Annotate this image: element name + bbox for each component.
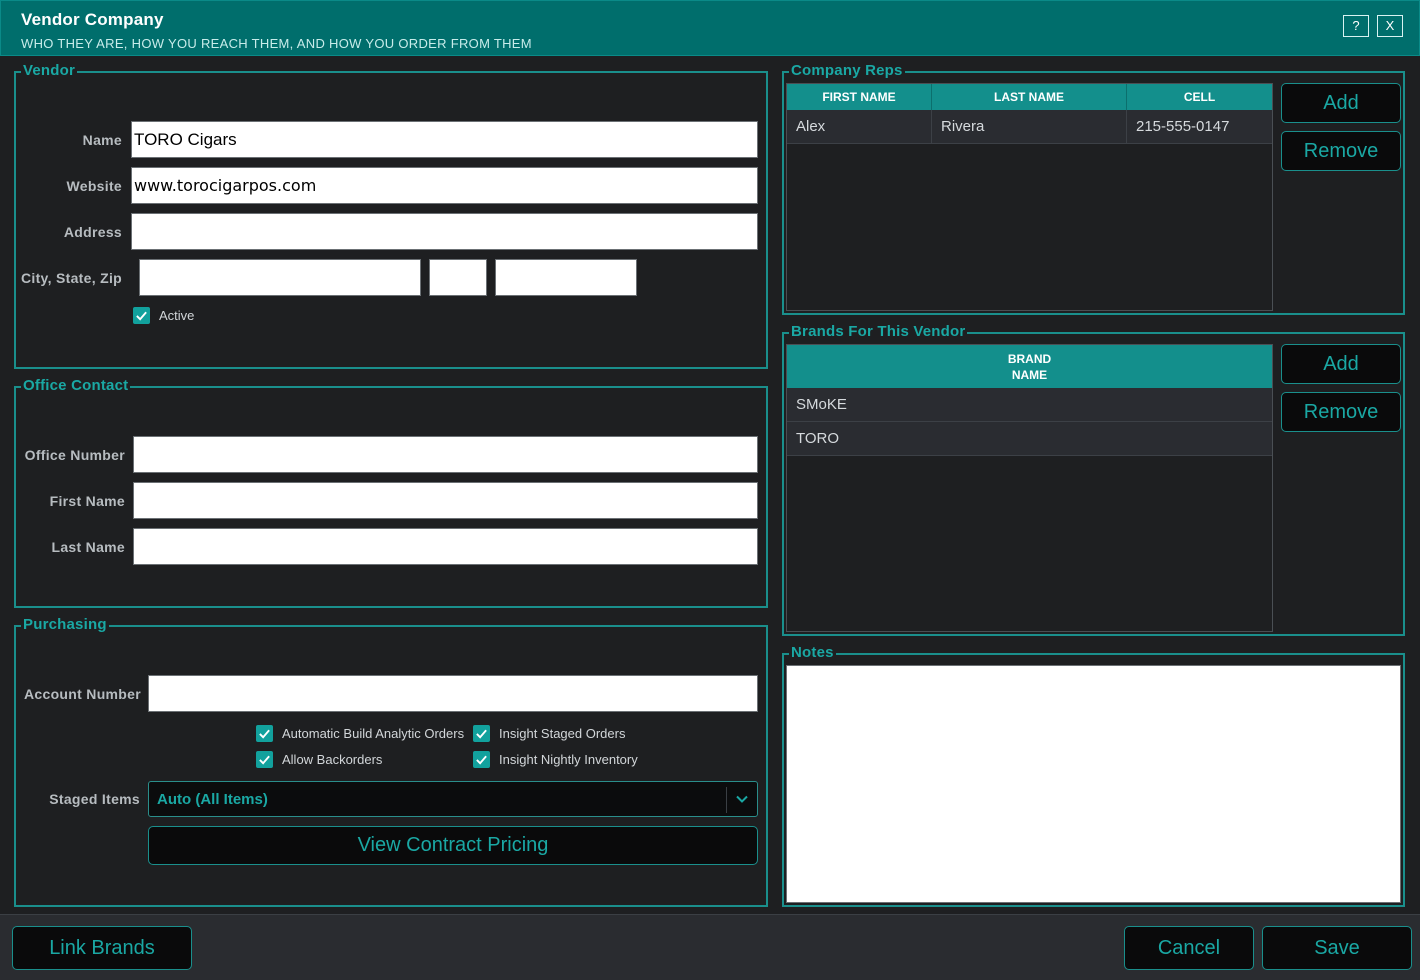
brand-header-line1: BRAND: [1007, 352, 1052, 366]
brands-grid[interactable]: BRAND NAME SMoKE TORO: [786, 344, 1273, 632]
staged-items-label: Staged Items: [49, 791, 140, 807]
website-label: Website: [66, 178, 122, 194]
active-label: Active: [159, 308, 195, 323]
active-checkbox[interactable]: Active: [133, 307, 194, 324]
insight-staged-checkbox[interactable]: Insight Staged Orders: [473, 725, 625, 742]
city-field[interactable]: [139, 259, 421, 296]
company-reps-grid[interactable]: FIRST NAME LAST NAME CELL Alex Rivera 21…: [786, 83, 1273, 311]
office-number-field[interactable]: [133, 436, 758, 473]
title-bar: Vendor Company WHO THEY ARE, HOW YOU REA…: [0, 0, 1420, 56]
state-field[interactable]: [429, 259, 487, 296]
allow-backorders-label: Allow Backorders: [282, 752, 383, 767]
brand-name: SMoKE: [796, 396, 847, 413]
help-button[interactable]: ?: [1343, 15, 1369, 37]
column-header-first-name[interactable]: FIRST NAME: [787, 84, 932, 110]
remove-brand-button[interactable]: Remove: [1281, 392, 1401, 432]
insight-nightly-checkbox[interactable]: Insight Nightly Inventory: [473, 751, 638, 768]
check-icon: [473, 725, 490, 742]
save-button[interactable]: Save: [1262, 926, 1412, 970]
office-first-name-field[interactable]: [133, 482, 758, 519]
check-icon: [256, 751, 273, 768]
add-brand-button[interactable]: Add: [1281, 344, 1401, 384]
table-row[interactable]: SMoKE: [787, 388, 1272, 422]
insight-staged-label: Insight Staged Orders: [499, 726, 626, 741]
column-header-cell[interactable]: CELL: [1127, 84, 1272, 110]
account-number-label: Account Number: [24, 686, 141, 702]
notes-textarea[interactable]: [786, 665, 1401, 903]
check-icon: [256, 725, 273, 742]
office-contact-group-title: Office Contact: [21, 377, 131, 395]
company-reps-header: FIRST NAME LAST NAME CELL: [787, 84, 1272, 110]
website-field[interactable]: www.torocigarpos.com: [131, 167, 758, 204]
view-contract-pricing-button[interactable]: View Contract Pricing: [148, 826, 758, 865]
staged-items-value: Auto (All Items): [157, 791, 268, 808]
vendor-group-title: Vendor: [21, 62, 78, 80]
office-last-name-field[interactable]: [133, 528, 758, 565]
address-label: Address: [63, 224, 122, 240]
office-last-name-label: Last Name: [51, 539, 125, 555]
allow-backorders-checkbox[interactable]: Allow Backorders: [256, 751, 382, 768]
brands-group-title: Brands For This Vendor: [789, 323, 968, 341]
brand-name: TORO: [796, 430, 840, 447]
link-brands-button[interactable]: Link Brands: [12, 926, 192, 970]
rep-cell: 215-555-0147: [1136, 118, 1230, 135]
purchasing-group-title: Purchasing: [21, 616, 109, 634]
window-subtitle: WHO THEY ARE, HOW YOU REACH THEM, AND HO…: [21, 36, 532, 51]
brand-header-line2: NAME: [1011, 368, 1048, 382]
table-row[interactable]: TORO: [787, 422, 1272, 456]
remove-rep-button[interactable]: Remove: [1281, 131, 1401, 171]
name-label: Name: [82, 132, 122, 148]
rep-last-name: Rivera: [932, 110, 1127, 143]
account-number-field[interactable]: [148, 675, 758, 712]
column-header-brand-name[interactable]: BRAND NAME: [787, 345, 1272, 388]
notes-group-title: Notes: [789, 644, 836, 662]
address-field[interactable]: [131, 213, 758, 250]
close-button[interactable]: X: [1377, 15, 1403, 37]
dropdown-separator: [726, 787, 727, 813]
vendor-name-field[interactable]: TORO Cigars: [131, 121, 758, 158]
add-rep-button[interactable]: Add: [1281, 83, 1401, 123]
window-title: Vendor Company: [21, 10, 164, 29]
check-icon: [133, 307, 150, 324]
cancel-button[interactable]: Cancel: [1124, 926, 1254, 970]
auto-build-checkbox[interactable]: Automatic Build Analytic Orders: [256, 725, 464, 742]
city-state-zip-label: City, State, Zip: [21, 270, 122, 286]
auto-build-label: Automatic Build Analytic Orders: [282, 726, 465, 741]
company-reps-group-title: Company Reps: [789, 62, 905, 80]
insight-nightly-label: Insight Nightly Inventory: [499, 752, 638, 767]
table-row[interactable]: Alex Rivera 215-555-0147: [787, 110, 1272, 144]
office-first-name-label: First Name: [49, 493, 125, 509]
chevron-down-icon: [736, 795, 748, 803]
check-icon: [473, 751, 490, 768]
rep-first-name: Alex: [787, 110, 932, 143]
column-header-last-name[interactable]: LAST NAME: [932, 84, 1127, 110]
zip-field[interactable]: [495, 259, 637, 296]
staged-items-dropdown[interactable]: Auto (All Items): [148, 781, 758, 817]
office-number-label: Office Number: [24, 447, 125, 463]
